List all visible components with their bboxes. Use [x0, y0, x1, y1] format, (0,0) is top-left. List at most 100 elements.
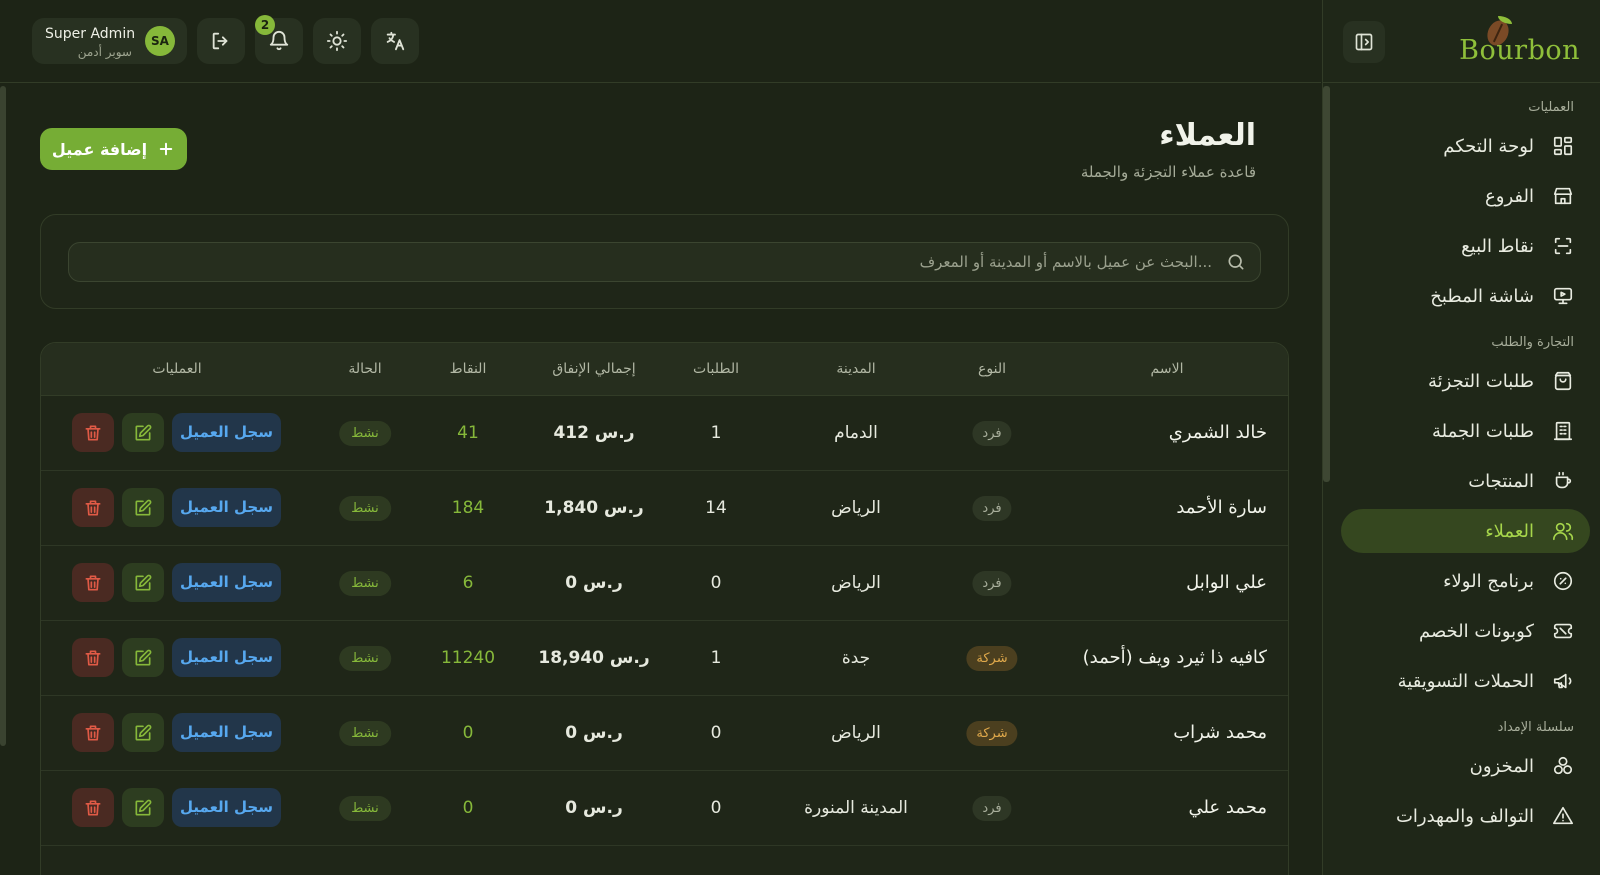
sidebar-item-label: التوالف والمهدرات	[1395, 805, 1534, 827]
edit-icon	[135, 424, 152, 440]
status-badge: نشط	[339, 796, 391, 821]
edit-button[interactable]	[122, 488, 164, 527]
sidebar-item[interactable]: العملاء	[1341, 509, 1590, 553]
sidebar-item[interactable]: برنامج الولاء	[1341, 559, 1590, 603]
scan-icon	[1552, 235, 1574, 257]
customer-name: سارة الأحمد	[1176, 497, 1267, 518]
delete-button[interactable]	[72, 413, 114, 452]
customer-points: 11240	[440, 648, 496, 668]
notification-badge: 2	[255, 15, 275, 35]
customer-city: الرياض	[831, 498, 881, 518]
trash-icon	[85, 650, 101, 665]
plus-icon	[159, 142, 173, 156]
page-scrollbar[interactable]	[0, 86, 6, 746]
sidebar-item[interactable]: نقاط البيع	[1341, 224, 1590, 268]
sidebar-nav: العمليات لوحة التحكم الفروع نقاط البيع شاشة …	[1323, 100, 1600, 838]
column-type: النوع	[978, 361, 1006, 377]
edit-button[interactable]	[122, 563, 164, 602]
brand-logo: Bourbon	[1459, 16, 1580, 68]
trash-icon	[85, 725, 101, 740]
sidebar: Bourbon العمليات لوحة التحكم الفروع نقاط ال…	[1322, 0, 1600, 875]
search-card: البحث عن عميل بالاسم أو المدينة أو المعر…	[40, 214, 1289, 309]
customer-spend: 1,840 ر.س	[544, 498, 644, 518]
monitor-icon	[1552, 285, 1574, 307]
sidebar-item[interactable]: الحملات التسويقية	[1341, 659, 1590, 703]
customer-orders: 1	[710, 648, 722, 668]
sidebar-item[interactable]: الفروع	[1341, 174, 1590, 218]
customer-city: الدمام	[834, 423, 878, 443]
content-scrollbar[interactable]	[1323, 86, 1330, 482]
edit-button[interactable]	[122, 413, 164, 452]
customer-spend: 0 ر.س	[565, 798, 623, 818]
table-row: كافيه ذا ثيرد ويف (أحمد) شركة جدة 1 18,940 ر…	[41, 621, 1288, 696]
cup-icon	[1552, 470, 1574, 492]
edit-button[interactable]	[122, 788, 164, 827]
customer-log-button[interactable]: سجل العميل	[172, 638, 281, 677]
sidebar-item[interactable]: لوحة التحكم	[1341, 124, 1590, 168]
sidebar-item-label: لوحة التحكم	[1443, 135, 1534, 157]
notifications-button[interactable]: 2	[255, 15, 303, 64]
customer-city: الرياض	[831, 723, 881, 743]
delete-button[interactable]	[72, 638, 114, 677]
megaphone-icon	[1552, 670, 1574, 692]
sidebar-panel-icon	[1355, 33, 1373, 51]
customer-log-button[interactable]: سجل العميل	[172, 563, 281, 602]
collapse-sidebar-button[interactable]	[1343, 21, 1385, 63]
edit-icon	[135, 724, 152, 740]
sidebar-item[interactable]: التوالف والمهدرات	[1341, 794, 1590, 838]
sidebar-item[interactable]: شاشة المطبخ	[1341, 274, 1590, 318]
customer-log-button[interactable]: سجل العميل	[172, 413, 281, 452]
search-input[interactable]: البحث عن عميل بالاسم أو المدينة أو المعر…	[68, 242, 1261, 282]
delete-button[interactable]	[72, 713, 114, 752]
sidebar-item-label: المنتجات	[1468, 470, 1534, 492]
type-badge: شركة	[966, 646, 1018, 671]
sidebar-section-title: سلسلة الإمداد	[1497, 720, 1574, 735]
sidebar-item[interactable]: طلبات الجملة	[1341, 409, 1590, 453]
dashboard-icon	[1552, 135, 1574, 157]
language-button[interactable]	[371, 18, 419, 64]
customer-points: 41	[457, 423, 479, 443]
customer-log-button[interactable]: سجل العميل	[172, 788, 281, 827]
sidebar-item[interactable]: المخزون	[1341, 744, 1590, 788]
customer-log-button[interactable]: سجل العميل	[172, 488, 281, 527]
customer-name: كافيه ذا ثيرد ويف (أحمد)	[1082, 647, 1267, 668]
sidebar-item[interactable]: المنتجات	[1341, 459, 1590, 503]
customer-points: 6	[462, 573, 474, 593]
customer-log-button[interactable]: سجل العميل	[172, 713, 281, 752]
edit-button[interactable]	[122, 638, 164, 677]
customer-spend: 412 ر.س	[553, 423, 635, 443]
trash-icon	[85, 425, 101, 440]
customer-orders: 0	[710, 798, 722, 818]
edit-button[interactable]	[122, 713, 164, 752]
column-name: الاسم	[1150, 361, 1184, 377]
trash-icon	[85, 500, 101, 515]
customer-orders: 14	[705, 498, 727, 518]
badge-icon	[1552, 570, 1574, 592]
customer-spend: 0 ر.س	[565, 573, 623, 593]
logout-button[interactable]	[197, 18, 245, 64]
add-customer-button[interactable]: إضافة عميل	[40, 128, 187, 170]
delete-button[interactable]	[72, 488, 114, 527]
status-badge: نشط	[339, 721, 391, 746]
delete-button[interactable]	[72, 563, 114, 602]
store-icon	[1552, 185, 1574, 207]
warning-icon	[1552, 805, 1574, 827]
user-role: سوبر أدمن	[77, 45, 132, 59]
table-row: علي الوابل فرد الرياض 0 0 ر.س 6 نشط سجل العميل	[41, 546, 1288, 621]
type-badge: فرد	[972, 571, 1012, 596]
sidebar-item[interactable]: طلبات التجزئة	[1341, 359, 1590, 403]
theme-toggle-button[interactable]	[313, 18, 361, 64]
table-row: محمد علي فرد المدينة المنورة 0 0 ر.س 0 نشط سجل …	[41, 771, 1288, 846]
delete-button[interactable]	[72, 788, 114, 827]
sun-icon	[326, 30, 348, 52]
users-icon	[1552, 520, 1574, 542]
table-header: الاسم النوع المدينة الطلبات إجمالي الإنف…	[41, 343, 1288, 396]
edit-icon	[135, 499, 152, 515]
sidebar-item[interactable]: كوبونات الخصم	[1341, 609, 1590, 653]
customer-points: 0	[462, 723, 474, 743]
column-status: الحالة	[348, 361, 382, 377]
user-menu[interactable]: Super Admin سوبر أدمن SA	[32, 18, 187, 64]
sidebar-header: Bourbon	[1323, 0, 1600, 83]
sidebar-item-label: شاشة المطبخ	[1430, 285, 1534, 307]
sidebar-item-label: الحملات التسويقية	[1397, 670, 1534, 692]
